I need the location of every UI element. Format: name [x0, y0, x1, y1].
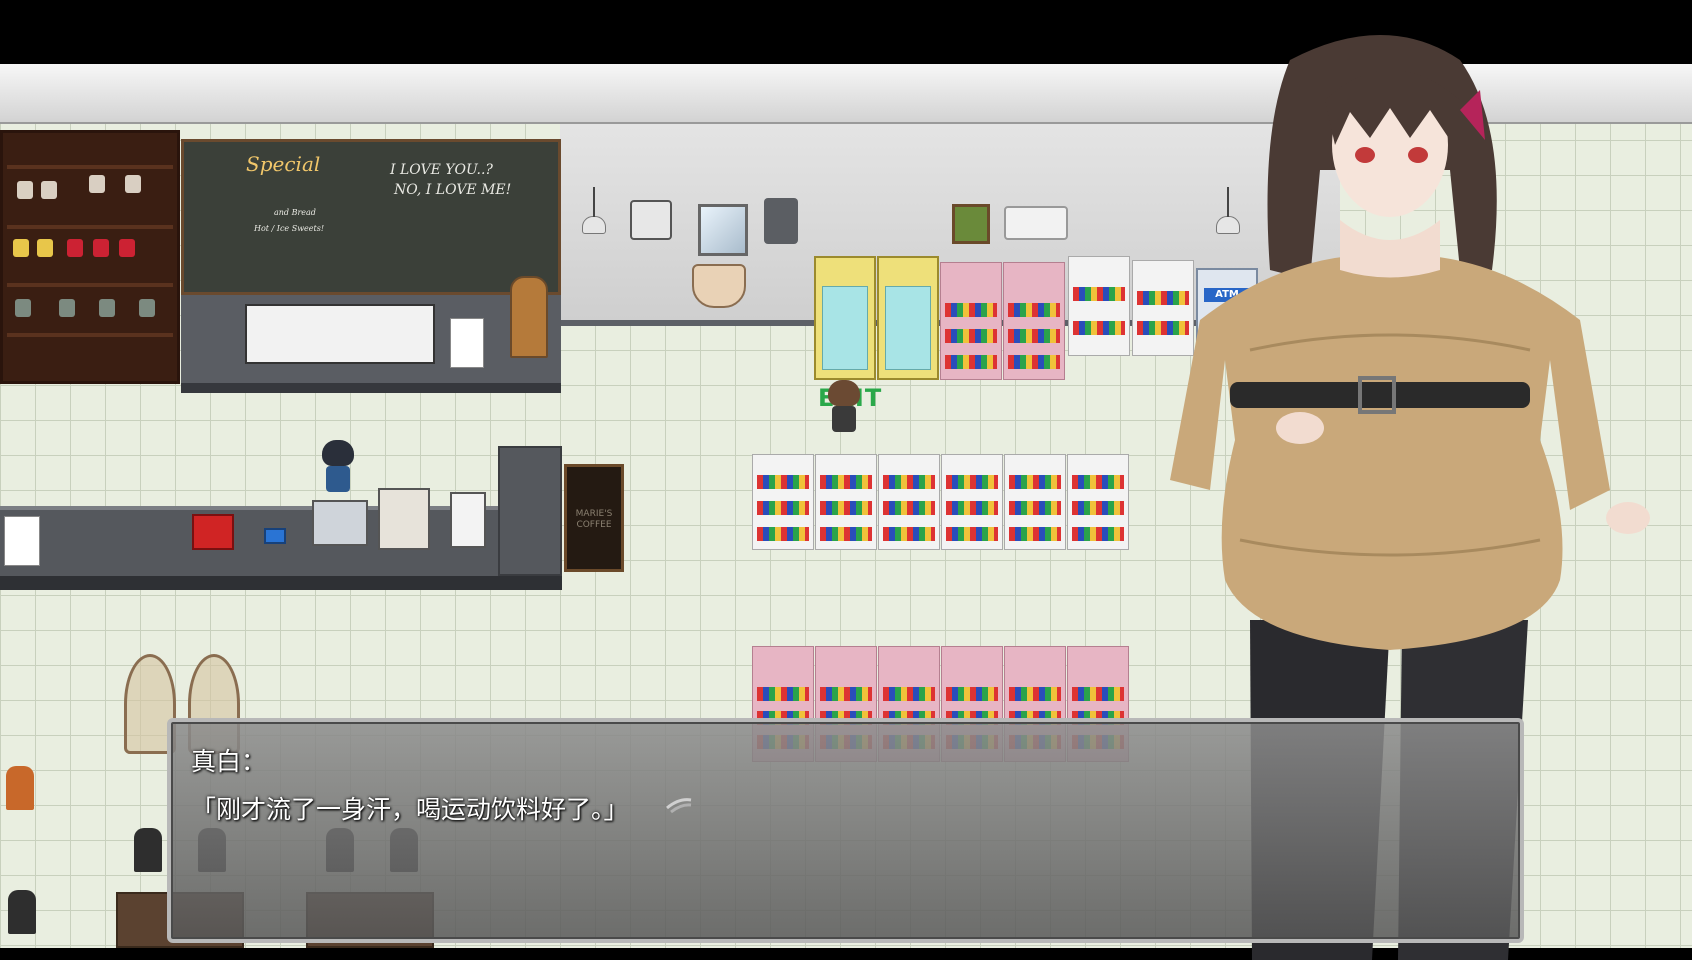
blue-tray	[264, 528, 286, 544]
flower-painting	[952, 204, 990, 244]
chalk-sub-2: Hot / Ice Sweets!	[254, 224, 325, 233]
player-character[interactable]	[824, 380, 864, 436]
chalk-special: Special	[246, 152, 321, 176]
magazine-rack-2[interactable]	[1132, 260, 1194, 356]
pendant-lamp	[582, 187, 606, 234]
price-list	[450, 318, 484, 368]
snack-shelf-back-1[interactable]	[940, 262, 1002, 380]
clerk-npc[interactable]	[318, 440, 358, 496]
chalk-sub-1: and Bread	[274, 208, 316, 217]
display-cabinet	[0, 130, 180, 384]
coffee-machine[interactable]	[510, 276, 548, 358]
middle-shelf-3[interactable]	[878, 454, 940, 550]
chalk-slogan-1: I LOVE YOU..?	[390, 162, 493, 178]
snack-shelf-back-2[interactable]	[1003, 262, 1065, 380]
counter-menu-card	[4, 516, 40, 566]
middle-shelf-6[interactable]	[1067, 454, 1129, 550]
mirror	[698, 204, 748, 256]
sink[interactable]	[692, 264, 746, 308]
cafe-sign-board: MARIE'S COFFEE	[564, 464, 624, 572]
middle-shelf-5[interactable]	[1004, 454, 1066, 550]
cafe-sign-text: MARIE'S COFFEE	[575, 509, 613, 530]
dialog-box[interactable]: 真白： 「刚才流了一身汗，喝运动饮料好了。」	[167, 718, 1524, 943]
air-conditioner	[1004, 206, 1068, 240]
drink-menu-stand	[450, 492, 486, 548]
waiting-arrow-icon[interactable]	[665, 794, 693, 814]
cake-showcase[interactable]	[245, 304, 435, 364]
red-toolbox[interactable]	[192, 514, 234, 550]
drink-fridge-2[interactable]	[877, 256, 939, 380]
security-camera	[764, 198, 798, 244]
atm-label: ATM	[1204, 288, 1250, 302]
drink-fridge-1[interactable]	[814, 256, 876, 380]
chalk-slogan-2: NO, I LOVE ME!	[394, 182, 512, 198]
counter-end	[498, 446, 562, 576]
game-screen: Special I LOVE YOU..? NO, I LOVE ME! and…	[0, 0, 1692, 960]
middle-shelf-2[interactable]	[815, 454, 877, 550]
atm-machine[interactable]: ATM	[1196, 268, 1258, 360]
cafe-chair-5	[8, 890, 36, 934]
cafe-chair-1	[134, 828, 162, 872]
bread-case[interactable]	[378, 488, 430, 550]
speaker-name: 真白：	[191, 747, 267, 776]
cash-register[interactable]	[312, 500, 368, 546]
middle-shelf-4[interactable]	[941, 454, 1003, 550]
chalkboard-menu: Special I LOVE YOU..? NO, I LOVE ME! and…	[181, 139, 561, 295]
ventilation-fan	[630, 200, 672, 240]
pendant-lamp-right	[1216, 187, 1240, 234]
magazine-rack-1[interactable]	[1068, 256, 1130, 356]
dialog-text: 「刚才流了一身汗，喝运动饮料好了。」	[191, 795, 629, 824]
orange-chair	[6, 766, 34, 810]
ceiling-trim	[0, 64, 1692, 124]
middle-shelf-1[interactable]	[752, 454, 814, 550]
